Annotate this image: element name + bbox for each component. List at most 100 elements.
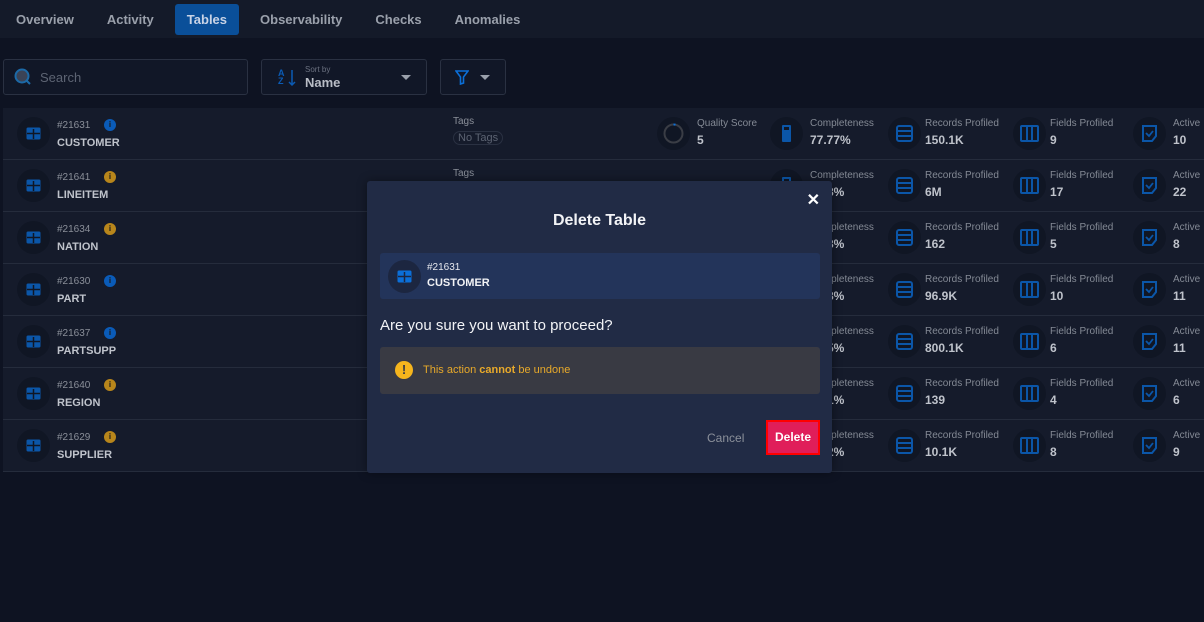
active-icon	[1133, 169, 1166, 202]
delete-button[interactable]: Delete	[766, 420, 820, 455]
sort-value: Name	[305, 75, 341, 90]
info-icon[interactable]: i	[104, 327, 116, 339]
active-icon	[1133, 429, 1166, 462]
metric-value: 6	[1173, 393, 1180, 407]
warning-text: This action cannot be undone	[423, 364, 570, 376]
active-icon	[1133, 117, 1166, 150]
fields-icon	[1013, 221, 1046, 254]
table-icon	[17, 377, 50, 410]
metric-label: Fields Profiled	[1050, 378, 1114, 389]
metric-label: Active	[1173, 222, 1201, 233]
delete-table-modal: ✕ Delete Table #21631 CUSTOMER Are you s…	[367, 181, 832, 473]
fields-icon	[1013, 273, 1046, 306]
metric-value: 77.77%	[810, 133, 851, 147]
metric-value: 162	[925, 237, 946, 251]
records-icon	[888, 273, 921, 306]
metric-label: Active	[1173, 274, 1201, 285]
info-icon[interactable]: i	[104, 275, 116, 287]
filter-icon	[455, 70, 469, 85]
metric-label: Records Profiled	[925, 430, 999, 441]
metric-value: 10	[1173, 133, 1187, 147]
tab-activity[interactable]: Activity	[95, 4, 166, 35]
table-id: #21631	[427, 262, 461, 273]
tab-tables[interactable]: Tables	[174, 3, 240, 35]
metric-value: 17	[1050, 185, 1064, 199]
metric-label: Fields Profiled	[1050, 118, 1114, 129]
table-name: CUSTOMER	[57, 137, 120, 149]
table-name: PARTSUPP	[57, 345, 117, 357]
table-name: SUPPLIER	[57, 449, 113, 461]
filter-button[interactable]	[440, 59, 506, 95]
table-icon	[17, 117, 50, 150]
metric-label: Fields Profiled	[1050, 274, 1114, 285]
search-input[interactable]	[40, 69, 230, 85]
table-card: #21631 CUSTOMER	[380, 253, 820, 299]
table-icon	[17, 169, 50, 202]
metric-label: Fields Profiled	[1050, 326, 1114, 337]
table-row[interactable]: #21631 i CUSTOMER Tags No Tags Quality Sc…	[3, 108, 1204, 160]
tab-anomalies[interactable]: Anomalies	[443, 4, 533, 35]
tab-observability[interactable]: Observability	[248, 4, 354, 35]
tags-label: Tags	[453, 168, 475, 179]
metric-label: Records Profiled	[925, 118, 999, 129]
quality-icon	[657, 117, 690, 150]
metric-label: Active	[1173, 326, 1201, 337]
chevron-down-icon	[401, 75, 411, 80]
table-icon	[17, 273, 50, 306]
metric-value: 4	[1050, 393, 1057, 407]
table-name: CUSTOMER	[427, 277, 490, 289]
chevron-down-icon	[480, 75, 490, 80]
records-icon	[888, 221, 921, 254]
close-icon[interactable]: ✕	[807, 190, 820, 210]
metric-label: Fields Profiled	[1050, 222, 1114, 233]
table-id: #21641	[57, 172, 91, 183]
active-icon	[1133, 221, 1166, 254]
info-icon[interactable]: i	[104, 379, 116, 391]
metric-value: 5	[1050, 237, 1057, 251]
records-icon	[888, 377, 921, 410]
metric-label: Active	[1173, 170, 1201, 181]
metric-value: 9	[1173, 445, 1180, 459]
metric-value: 800.1K	[925, 341, 964, 355]
table-name: LINEITEM	[57, 189, 109, 201]
metric-label: Records Profiled	[925, 170, 999, 181]
info-icon[interactable]: i	[104, 431, 116, 443]
sort-az-icon: AZ	[278, 68, 285, 86]
metric-label: Fields Profiled	[1050, 170, 1114, 181]
modal-title: Delete Table	[552, 212, 647, 229]
tab-bar: Overview Activity Tables Observability C…	[0, 0, 1204, 38]
search-icon	[14, 68, 31, 85]
metric-value: 6	[1050, 341, 1057, 355]
table-id: #21631	[57, 120, 91, 131]
metric-value: 8	[1050, 445, 1057, 459]
table-name: PART	[57, 293, 87, 305]
sort-label: Sort by	[305, 65, 331, 74]
metric-value: 5	[697, 133, 704, 147]
warning-pre: This action	[423, 364, 480, 376]
tab-checks[interactable]: Checks	[363, 4, 433, 35]
warning-box: ! This action cannot be undone	[380, 347, 820, 394]
info-icon[interactable]: i	[104, 171, 116, 183]
metric-value: 22	[1173, 185, 1187, 199]
metric-value: 139	[925, 393, 946, 407]
fields-icon	[1013, 325, 1046, 358]
metric-label: Active	[1173, 430, 1201, 441]
sort-dropdown[interactable]: AZ Sort by Name	[261, 59, 427, 95]
metric-label: Active	[1173, 118, 1201, 129]
confirm-question: Are you sure you want to proceed?	[380, 317, 613, 334]
active-icon	[1133, 377, 1166, 410]
records-icon	[888, 117, 921, 150]
tab-overview[interactable]: Overview	[4, 4, 86, 35]
search-box[interactable]	[3, 59, 248, 95]
info-icon[interactable]: i	[104, 119, 116, 131]
table-id: #21630	[57, 276, 91, 287]
cancel-button[interactable]: Cancel	[707, 431, 744, 445]
arrow-down-icon	[288, 70, 296, 87]
records-icon	[888, 429, 921, 462]
metric-label: Quality Score	[697, 118, 758, 129]
fields-icon	[1013, 169, 1046, 202]
table-name: NATION	[57, 241, 99, 253]
metric-value: 8	[1173, 237, 1180, 251]
metric-label: Active	[1173, 378, 1201, 389]
info-icon[interactable]: i	[104, 223, 116, 235]
